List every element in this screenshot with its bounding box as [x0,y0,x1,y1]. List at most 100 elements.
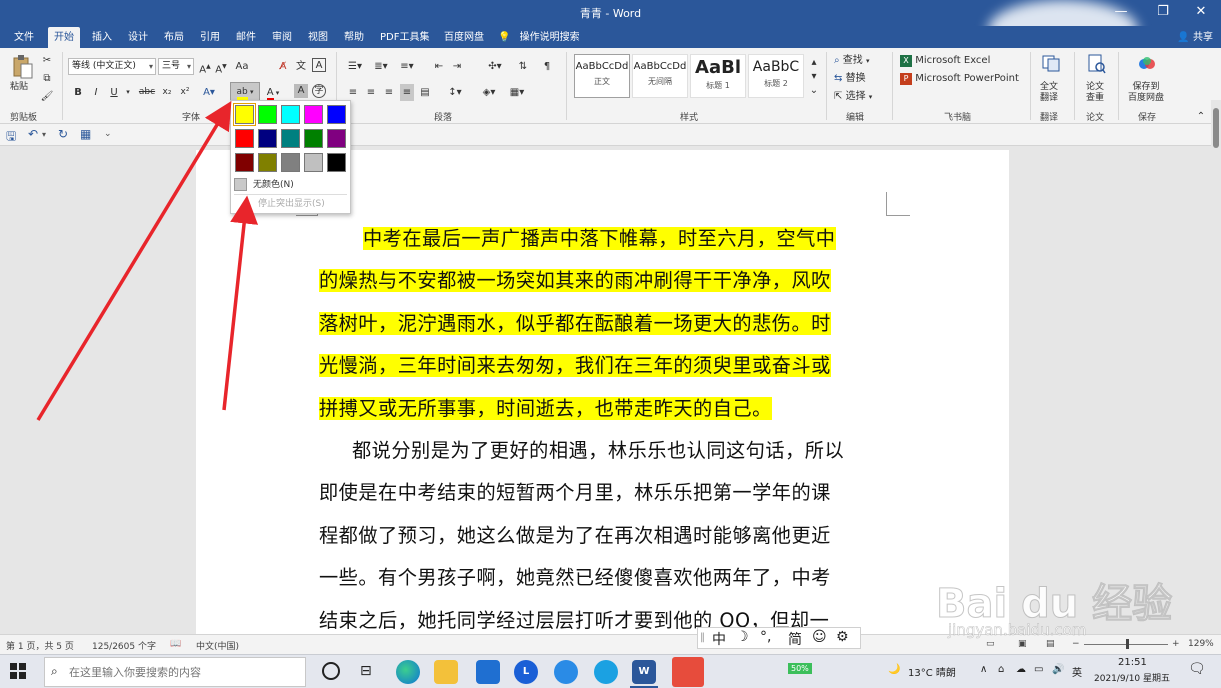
style-heading-1[interactable]: AaBl 标题 1 [690,54,746,98]
borders-icon[interactable]: ▦▾ [506,84,528,101]
color-swatch-dark-yellow[interactable] [258,153,277,172]
save-icon[interactable]: 🖫 [6,127,16,148]
restore-button[interactable]: ❐ [1143,0,1183,26]
paper-check-label[interactable]: 论文 查重 [1086,82,1104,104]
page-count[interactable]: 第 1 页，共 5 页 [6,639,74,652]
gear-icon[interactable]: ⚙ [836,629,849,645]
edge-icon[interactable] [396,660,420,684]
subscript-button[interactable]: x₂ [160,84,174,101]
task-view-icon[interactable]: ⊟ [360,663,372,679]
select-button[interactable]: ⇱ 选择 ▾ [834,88,872,105]
phonetic-guide-icon[interactable]: 文 [294,58,308,75]
shrink-font-button[interactable]: A▼ [214,58,228,75]
enclose-char-icon[interactable]: 字 [312,84,326,98]
italic-button[interactable]: I [90,84,102,101]
no-color-option[interactable]: 无颜色(N) [234,177,348,193]
app-red-icon[interactable] [672,657,704,687]
save-netdisk-label[interactable]: 保存到 百度网盘 [1128,82,1164,104]
highlight-color-button[interactable]: ab ▾ [230,82,260,101]
font-size-combo[interactable]: 三号 ▾ [158,58,194,75]
read-mode-icon[interactable]: ▭ [986,639,995,649]
tab-home[interactable]: 开始 [48,27,80,48]
tab-view[interactable]: 视图 [302,27,334,48]
word-count[interactable]: 125/2605 个字 [92,639,156,652]
bold-button[interactable]: B [72,84,84,101]
color-swatch-black[interactable] [327,153,346,172]
text-effects-button[interactable]: A▾ [200,84,218,101]
clock-date[interactable]: 2021/9/10 星期五 [1094,671,1170,684]
line-spacing-icon[interactable]: ↕▾ [444,84,466,101]
ime-lang-indicator[interactable]: 英 [1072,664,1082,679]
browser-e-icon[interactable] [594,660,618,684]
windows-start-icon[interactable] [10,663,26,682]
find-button[interactable]: ⌕ 查找 ▾ [834,52,870,69]
chevron-down-icon[interactable]: ▾ [124,84,132,101]
cut-icon[interactable]: ✂ [40,52,54,69]
char-border-icon[interactable]: A [312,58,326,72]
zoom-in-icon[interactable]: + [1172,639,1180,649]
copy-icon[interactable]: ⧉ [40,70,54,87]
paste-label[interactable]: 粘贴 [10,82,28,93]
translate-label[interactable]: 全文 翻译 [1040,82,1058,104]
shading-icon[interactable]: ◈▾ [478,84,500,101]
proofing-icon[interactable]: 📖 [170,639,181,649]
style-heading-2[interactable]: AaBbC 标题 2 [748,54,804,98]
color-swatch-gray-50[interactable] [281,153,300,172]
close-button[interactable]: ✕ [1181,0,1221,26]
zoom-out-icon[interactable]: − [1072,639,1080,649]
color-swatch-red[interactable] [235,129,254,148]
chinese-layout-icon[interactable]: ✣▾ [484,58,506,75]
moon-icon[interactable]: ☽ [736,629,749,645]
redo-icon[interactable]: ↻ [58,127,68,141]
sort-icon[interactable]: ⇅ [516,58,530,75]
powerpoint-button[interactable]: P Microsoft PowerPoint [900,70,1019,87]
color-swatch-teal[interactable] [281,129,300,148]
cortana-icon[interactable] [322,662,340,680]
bullets-icon[interactable]: ☰▾ [344,58,366,75]
paste-icon[interactable] [12,54,34,80]
replace-button[interactable]: ⇆ 替换 [834,70,866,87]
color-swatch-pink[interactable] [304,105,323,124]
language-indicator[interactable]: 中文(中国) [196,639,239,652]
vertical-scrollbar[interactable] [1211,100,1221,634]
font-name-combo[interactable]: 等线 (中文正文) ▾ [68,58,156,75]
print-layout-icon[interactable]: ▣ [1018,639,1027,649]
chevron-down-icon[interactable]: ▾ [42,130,46,139]
ime-charset[interactable]: 简 [788,629,802,649]
change-case-button[interactable]: Aa [234,58,250,75]
superscript-button[interactable]: x² [178,84,192,101]
styles-more-icon[interactable]: ⌄ [808,82,820,99]
tab-references[interactable]: 引用 [194,27,226,48]
web-layout-icon[interactable]: ▤ [1046,639,1055,649]
clear-format-icon[interactable]: A̸ [276,58,290,75]
tab-insert[interactable]: 插入 [86,27,118,48]
align-left-icon[interactable]: ≡ [346,84,360,101]
zoom-level[interactable]: 129% [1188,639,1214,649]
excel-button[interactable]: X Microsoft Excel [900,52,990,69]
battery-icon[interactable]: ▭ [1034,664,1043,675]
tab-baidu-netdisk[interactable]: 百度网盘 [438,27,490,48]
share-button[interactable]: 👤 共享 [1177,27,1213,48]
distributed-icon[interactable]: ▤ [418,84,432,101]
emoji-icon[interactable]: ☺ [812,629,827,645]
tab-pdf-tools[interactable]: PDF工具集 [374,27,435,48]
numbering-icon[interactable]: ≣▾ [370,58,392,75]
taskbar-search[interactable]: ⌕ [44,657,306,687]
ime-mode[interactable]: 中 [712,629,726,649]
align-right-icon[interactable]: ≡ [382,84,396,101]
font-color-button[interactable]: A ▾ [264,84,282,101]
customize-qat-icon[interactable]: ⌄ [104,129,112,139]
battery-indicator[interactable]: 50% [788,663,812,674]
color-swatch-dark-blue[interactable] [258,129,277,148]
cloud-icon[interactable]: ☁ [1016,664,1026,675]
tab-file[interactable]: 文件 [8,27,40,48]
moon-weather-icon[interactable]: 🌙 [888,664,900,675]
color-swatch-green[interactable] [304,129,323,148]
ime-punct[interactable]: °, [760,629,771,645]
chevron-up-icon[interactable]: ∧ [980,664,987,675]
tab-mailings[interactable]: 邮件 [230,27,262,48]
style-normal[interactable]: AaBbCcDd 正文 [574,54,630,98]
clock-time[interactable]: 21:51 [1118,657,1147,668]
justify-icon[interactable]: ≡ [400,84,414,101]
collapse-ribbon-icon[interactable]: ⌃ [1196,108,1206,125]
